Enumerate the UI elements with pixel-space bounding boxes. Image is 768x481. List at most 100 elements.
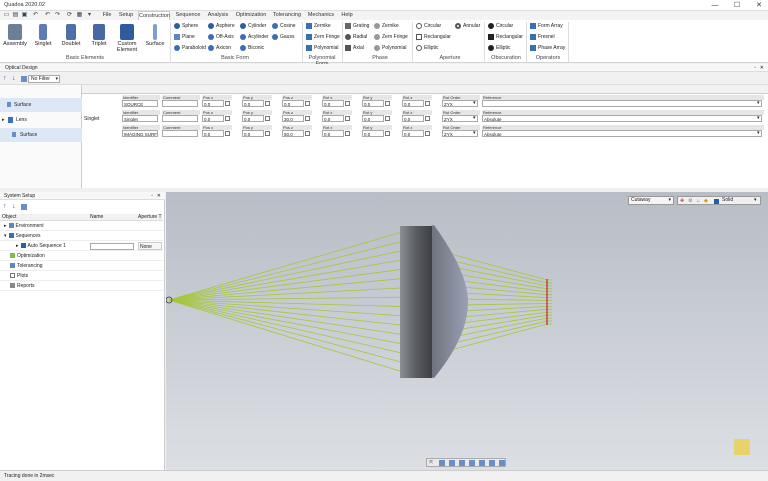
move-down-icon[interactable]: ↓: [12, 75, 16, 82]
biconic-button[interactable]: Biconic: [240, 44, 269, 52]
move-down-icon[interactable]: ↓: [12, 203, 16, 210]
aperture-circular-button[interactable]: Circular: [416, 22, 451, 30]
tab-construction[interactable]: Construction: [138, 11, 170, 20]
view-left-icon[interactable]: [459, 460, 465, 466]
tree-item-auto-sequence[interactable]: ▸ Auto Sequence 1 None: [0, 241, 163, 251]
chevron-down-icon[interactable]: ▾: [757, 130, 760, 136]
solve-checkbox[interactable]: [385, 131, 390, 136]
grid-cell[interactable]: 0.0: [202, 130, 224, 137]
tab-analysis[interactable]: Analysis: [205, 11, 231, 20]
expand-icon[interactable]: ▸: [2, 113, 5, 127]
view-bottom-icon[interactable]: [489, 460, 495, 466]
doublet-button[interactable]: Doublet: [57, 22, 85, 54]
tree-item-plots[interactable]: Plots: [0, 271, 163, 281]
tree-item-environment[interactable]: ▸ Environment: [0, 221, 163, 231]
collapse-icon[interactable]: ▾: [0, 233, 7, 239]
obscuration-elliptic-button[interactable]: Elliptic: [488, 44, 523, 52]
surface-button[interactable]: Surface: [141, 22, 169, 54]
undo-arrow-icon[interactable]: ↶: [44, 12, 51, 19]
close-panel-icon[interactable]: ✕: [157, 192, 161, 200]
undock-icon[interactable]: ▫: [754, 64, 756, 72]
paraboloid-button[interactable]: Paraboloid: [174, 44, 206, 52]
solve-checkbox[interactable]: [425, 101, 430, 106]
grid-cell[interactable]: 0.0: [402, 115, 424, 122]
grid-cell[interactable]: 0.0: [322, 115, 344, 122]
grid-cell[interactable]: SOURCE: [122, 100, 158, 107]
solve-checkbox[interactable]: [385, 101, 390, 106]
sequence-name-input[interactable]: [90, 243, 134, 250]
grid-cell[interactable]: 0.0: [242, 130, 264, 137]
grid-row-label[interactable]: ▸ Lens: [0, 113, 82, 127]
radial-button[interactable]: Radial: [345, 33, 369, 41]
solve-checkbox[interactable]: [265, 116, 270, 121]
solve-checkbox[interactable]: [225, 116, 230, 121]
close-button[interactable]: ✕: [752, 1, 766, 10]
grid-cell[interactable]: 0.0: [402, 130, 424, 137]
chevron-down-icon[interactable]: ▾: [757, 100, 760, 106]
phase-zernike-button[interactable]: Zernike: [374, 22, 408, 30]
expand-icon[interactable]: ▸: [0, 243, 19, 249]
grid-cell[interactable]: 0.0: [322, 130, 344, 137]
zern-fringe-form-button[interactable]: Zern Fringe: [306, 33, 340, 41]
expand-icon[interactable]: ▸: [0, 223, 7, 229]
chevron-down-icon[interactable]: ▾: [473, 130, 476, 136]
grid-icon[interactable]: [21, 76, 27, 82]
chevron-down-icon[interactable]: ▾: [473, 115, 476, 121]
grid-cell[interactable]: 0.0: [402, 100, 424, 107]
filter-select[interactable]: No Filter ▾: [28, 75, 60, 83]
new-file-icon[interactable]: ▭: [3, 12, 10, 19]
undock-icon[interactable]: ▫: [151, 192, 153, 200]
fresnel-button[interactable]: Fresnel: [530, 33, 565, 41]
solve-checkbox[interactable]: [425, 131, 430, 136]
solve-checkbox[interactable]: [345, 101, 350, 106]
phase-zern-fringe-button[interactable]: Zern Fringe: [374, 33, 408, 41]
minimize-button[interactable]: —: [708, 1, 722, 10]
tab-sequence[interactable]: Sequence: [174, 11, 202, 20]
cylinder-button[interactable]: Cylinder: [240, 22, 269, 30]
plane-button[interactable]: Plane: [174, 33, 206, 41]
grid-icon[interactable]: [21, 204, 27, 210]
asphere-button[interactable]: Asphere: [208, 22, 235, 30]
solve-checkbox[interactable]: [345, 116, 350, 121]
solve-checkbox[interactable]: [265, 131, 270, 136]
close-panel-icon[interactable]: ✕: [760, 64, 764, 72]
obscuration-circular-button[interactable]: Circular: [488, 22, 523, 30]
tab-optimization[interactable]: Optimization: [234, 11, 268, 20]
move-up-icon[interactable]: ↑: [3, 75, 7, 82]
grid-row-label[interactable]: Surface: [0, 128, 82, 142]
orientation-cube[interactable]: [734, 439, 750, 455]
grid-cell[interactable]: 0.0: [202, 100, 224, 107]
custom-element-button[interactable]: Custom Element: [113, 22, 141, 54]
tab-tolerancing[interactable]: Tolerancing: [271, 11, 303, 20]
chevron-down-icon[interactable]: ▾: [473, 100, 476, 106]
undo-icon[interactable]: ↶: [32, 12, 39, 19]
aperture-annular-button[interactable]: Annular: [455, 22, 480, 30]
sphere-button[interactable]: Sphere: [174, 22, 206, 30]
grid-cell[interactable]: 50.0: [282, 130, 304, 137]
view-top-icon[interactable]: [479, 460, 485, 466]
redo-icon[interactable]: ↷: [54, 12, 61, 19]
zernike-form-button[interactable]: Zernike: [306, 22, 340, 30]
acylinder-button[interactable]: Acylinder: [240, 33, 269, 41]
grid-cell[interactable]: 0.0: [282, 100, 304, 107]
grid-cell[interactable]: [162, 115, 198, 122]
solve-checkbox[interactable]: [345, 131, 350, 136]
open-folder-icon[interactable]: ▤: [12, 12, 19, 19]
assembly-button[interactable]: Assembly: [1, 22, 29, 54]
grid-cell[interactable]: 0.0: [242, 115, 264, 122]
solve-checkbox[interactable]: [225, 131, 230, 136]
view-front-icon[interactable]: [439, 460, 445, 466]
tab-setup[interactable]: Setup: [117, 11, 135, 20]
refresh-icon[interactable]: ⟳: [66, 12, 73, 19]
grid-cell[interactable]: Singlet: [122, 115, 158, 122]
gauss-button[interactable]: Gauss: [272, 33, 296, 41]
triplet-button[interactable]: Triplet: [85, 22, 113, 54]
aperture-rectangular-button[interactable]: Rectangular: [416, 33, 451, 41]
move-up-icon[interactable]: ↑: [3, 203, 7, 210]
tree-item-optimization[interactable]: Optimization: [0, 251, 163, 261]
dropdown-icon[interactable]: ▾: [86, 12, 93, 19]
phase-polynomial-button[interactable]: Polynomial: [374, 44, 408, 52]
grid-cell[interactable]: IMAGING SURFA: [122, 130, 158, 137]
tab-mechanics[interactable]: Mechanics: [306, 11, 336, 20]
solve-checkbox[interactable]: [265, 101, 270, 106]
